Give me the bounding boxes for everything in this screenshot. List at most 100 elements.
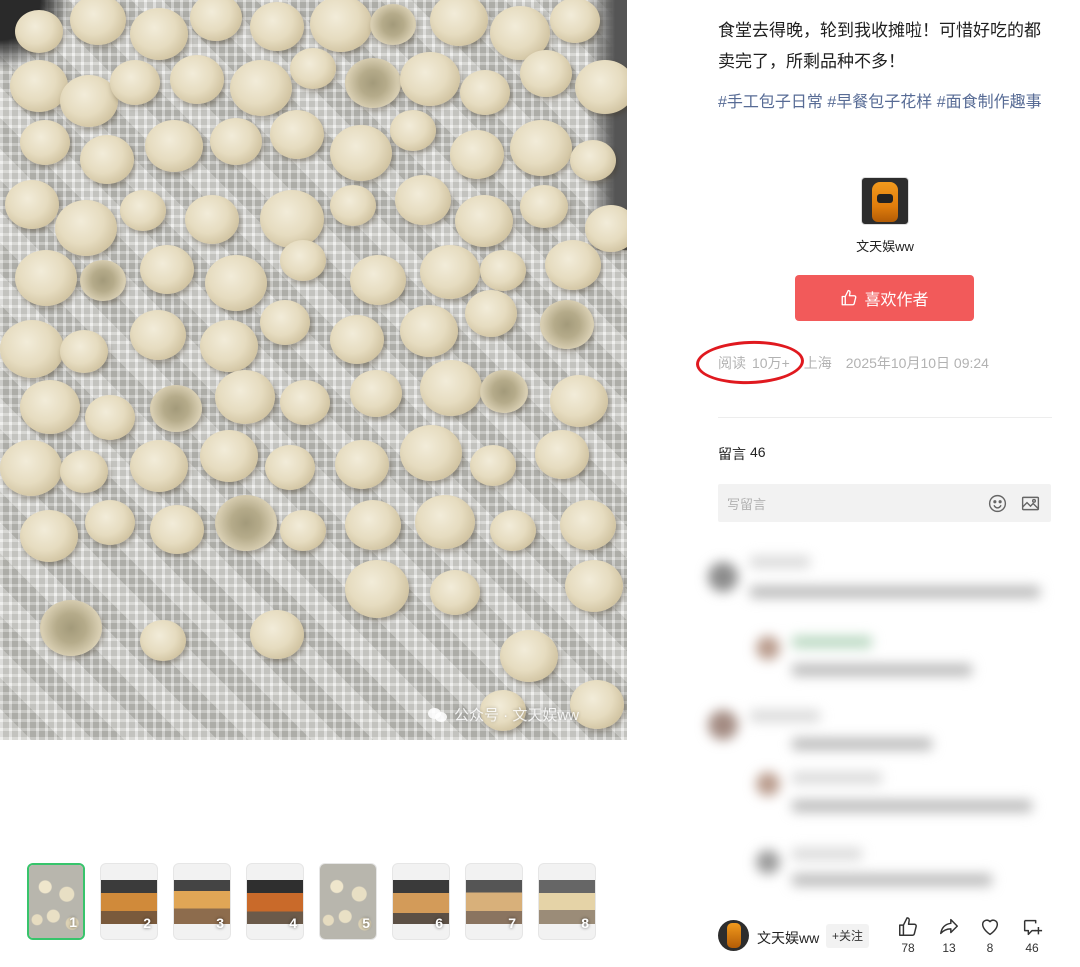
bun — [120, 190, 166, 231]
highlight-circle — [695, 339, 805, 386]
bun — [520, 185, 568, 228]
bun — [400, 305, 458, 357]
author-name[interactable]: 文天娱ww — [718, 236, 1052, 255]
comment-line — [750, 710, 820, 722]
thumbnail-number: 2 — [143, 915, 151, 931]
reply-avatar — [756, 772, 780, 796]
car-avatar-image — [727, 923, 741, 948]
bottom-action-bar: 文天娱ww +关注 78 13 8 46 — [718, 914, 1052, 960]
bun — [550, 0, 600, 43]
bun — [550, 375, 608, 427]
bun — [510, 120, 572, 176]
image-icon[interactable] — [1020, 493, 1041, 514]
author-avatar[interactable] — [861, 177, 909, 225]
divider — [718, 417, 1052, 418]
bun — [575, 60, 627, 114]
follow-button[interactable]: +关注 — [826, 924, 870, 948]
thumbnail-2[interactable]: 2 — [100, 863, 158, 940]
topic-tag[interactable]: #面食制作趣事 — [937, 94, 1042, 111]
share-button[interactable]: 13 — [934, 916, 964, 955]
car-avatar-image — [872, 182, 898, 222]
bun — [130, 310, 186, 360]
main-photo[interactable]: 公众号 · 文天娱ww — [0, 0, 627, 740]
comments-title: 留言 — [718, 446, 746, 462]
bun — [15, 10, 63, 53]
bun — [200, 430, 258, 482]
thumbnail-4[interactable]: 4 — [246, 863, 304, 940]
bun — [415, 495, 475, 549]
bun — [280, 240, 326, 281]
thumbnail-5[interactable]: 5 — [319, 863, 377, 940]
emoji-icon[interactable] — [987, 493, 1008, 514]
bun — [260, 190, 324, 248]
post-text: 食堂去得晚，轮到我收摊啦！可惜好吃的都卖完了，所剩品种不多！ — [718, 21, 1041, 71]
bun — [540, 300, 594, 349]
thumbnail-1[interactable]: 1 — [27, 863, 85, 940]
topic-tag[interactable]: #早餐包子花样 — [827, 94, 932, 111]
bun — [420, 245, 480, 299]
thumbnail-6[interactable]: 6 — [392, 863, 450, 940]
bun — [130, 440, 188, 492]
bun — [0, 320, 64, 378]
comment-line — [792, 848, 862, 860]
bun — [560, 500, 616, 550]
thumbnail-7[interactable]: 7 — [465, 863, 523, 940]
favorite-button[interactable]: 8 — [975, 916, 1005, 955]
bun — [570, 140, 616, 181]
bun — [400, 52, 460, 106]
bun — [140, 620, 186, 661]
bun — [330, 125, 392, 181]
thumbnail-number: 3 — [216, 915, 224, 931]
bun — [430, 0, 488, 46]
watermark-text: 公众号 · 文天娱ww — [454, 707, 579, 724]
bun — [85, 500, 135, 545]
bun — [60, 450, 108, 493]
heart-icon — [981, 919, 999, 936]
bun — [430, 570, 480, 615]
thumbnail-strip: 1 2 3 4 5 6 7 8 — [27, 863, 596, 940]
bun — [520, 50, 572, 97]
bun — [390, 110, 436, 151]
bottom-author-name[interactable]: 文天娱ww — [757, 928, 819, 948]
bun — [310, 0, 372, 52]
bun — [500, 630, 558, 682]
post-location: 上海 — [803, 355, 832, 371]
bun — [85, 395, 135, 440]
bun — [465, 290, 517, 337]
bun — [280, 380, 330, 425]
thumbnail-8[interactable]: 8 — [538, 863, 596, 940]
comment-button[interactable]: 46 — [1017, 916, 1047, 955]
bun — [490, 510, 536, 551]
comment-line — [792, 738, 932, 750]
post-datetime: 2025年10月10日 09:24 — [845, 355, 989, 371]
bun — [205, 255, 267, 311]
bun — [215, 370, 275, 424]
bun — [20, 380, 80, 434]
bun — [420, 360, 482, 416]
bun — [345, 58, 401, 108]
bun — [130, 8, 188, 60]
comment-line — [792, 800, 1032, 812]
bun — [210, 118, 262, 165]
author-avatar-small[interactable] — [718, 920, 749, 951]
like-author-button[interactable]: 喜欢作者 — [795, 275, 974, 321]
comment-line — [792, 772, 882, 784]
reply-avatar — [756, 636, 780, 660]
comment-input[interactable]: 写留言 — [718, 484, 1051, 522]
topic-tag[interactable]: #手工包子日常 — [718, 94, 823, 111]
bun — [230, 60, 292, 116]
reply-avatar — [756, 850, 780, 874]
thumbs-up-icon — [842, 289, 857, 306]
comment-line — [792, 636, 872, 648]
bun — [70, 0, 126, 45]
like-button[interactable]: 78 — [893, 916, 923, 955]
comment-avatar — [708, 562, 738, 592]
wechat-icon — [428, 707, 448, 723]
bun — [265, 445, 315, 490]
bun — [480, 250, 526, 291]
comment-line — [792, 664, 972, 676]
bun — [80, 260, 126, 301]
share-icon — [940, 918, 958, 935]
thumbs-up-icon — [899, 917, 917, 936]
thumbnail-3[interactable]: 3 — [173, 863, 231, 940]
